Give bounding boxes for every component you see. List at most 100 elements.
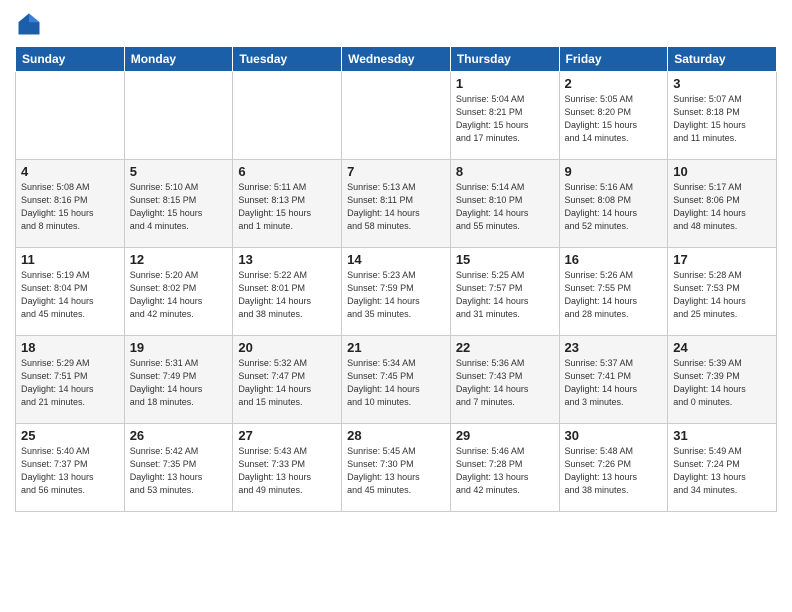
day-number: 1 xyxy=(456,76,554,91)
day-number: 22 xyxy=(456,340,554,355)
day-number: 23 xyxy=(565,340,663,355)
calendar-cell: 3 Sunrise: 5:07 AMSunset: 8:18 PMDaylight… xyxy=(668,72,777,160)
day-info: Sunrise: 5:43 AMSunset: 7:33 PMDaylight:… xyxy=(238,445,336,497)
calendar-header-sunday: Sunday xyxy=(16,47,125,72)
calendar-cell: 15 Sunrise: 5:25 AMSunset: 7:57 PMDayligh… xyxy=(450,248,559,336)
day-number: 6 xyxy=(238,164,336,179)
day-info: Sunrise: 5:10 AMSunset: 8:15 PMDaylight:… xyxy=(130,181,228,233)
logo-icon xyxy=(15,10,43,38)
calendar-cell: 20 Sunrise: 5:32 AMSunset: 7:47 PMDayligh… xyxy=(233,336,342,424)
day-info: Sunrise: 5:42 AMSunset: 7:35 PMDaylight:… xyxy=(130,445,228,497)
day-info: Sunrise: 5:36 AMSunset: 7:43 PMDaylight:… xyxy=(456,357,554,409)
calendar-cell: 4 Sunrise: 5:08 AMSunset: 8:16 PMDaylight… xyxy=(16,160,125,248)
calendar-cell: 13Sunrise: 5:22 AMSunset: 8:01 PMDayligh… xyxy=(233,248,342,336)
day-info: Sunrise: 5:13 AMSunset: 8:11 PMDaylight:… xyxy=(347,181,445,233)
day-number: 5 xyxy=(130,164,228,179)
day-info: Sunrise: 5:11 AMSunset: 8:13 PMDaylight:… xyxy=(238,181,336,233)
calendar-week-row: 25 Sunrise: 5:40 AMSunset: 7:37 PMDayligh… xyxy=(16,424,777,512)
calendar-cell xyxy=(16,72,125,160)
calendar-cell: 27 Sunrise: 5:43 AMSunset: 7:33 PMDayligh… xyxy=(233,424,342,512)
calendar-cell: 29Sunrise: 5:46 AMSunset: 7:28 PMDayligh… xyxy=(450,424,559,512)
calendar-cell: 11 Sunrise: 5:19 AMSunset: 8:04 PMDayligh… xyxy=(16,248,125,336)
calendar-cell xyxy=(124,72,233,160)
day-info: Sunrise: 5:37 AMSunset: 7:41 PMDaylight:… xyxy=(565,357,663,409)
day-number: 31 xyxy=(673,428,771,443)
calendar-cell: 10 Sunrise: 5:17 AMSunset: 8:06 PMDayligh… xyxy=(668,160,777,248)
day-info: Sunrise: 5:49 AMSunset: 7:24 PMDaylight:… xyxy=(673,445,771,497)
day-info: Sunrise: 5:40 AMSunset: 7:37 PMDaylight:… xyxy=(21,445,119,497)
calendar-cell: 22 Sunrise: 5:36 AMSunset: 7:43 PMDayligh… xyxy=(450,336,559,424)
day-number: 16 xyxy=(565,252,663,267)
day-info: Sunrise: 5:39 AMSunset: 7:39 PMDaylight:… xyxy=(673,357,771,409)
calendar-cell: 12 Sunrise: 5:20 AMSunset: 8:02 PMDayligh… xyxy=(124,248,233,336)
day-info: Sunrise: 5:32 AMSunset: 7:47 PMDaylight:… xyxy=(238,357,336,409)
day-info: Sunrise: 5:05 AMSunset: 8:20 PMDaylight:… xyxy=(565,93,663,145)
day-number: 15 xyxy=(456,252,554,267)
logo xyxy=(15,10,47,38)
day-number: 29 xyxy=(456,428,554,443)
calendar-cell: 7 Sunrise: 5:13 AMSunset: 8:11 PMDaylight… xyxy=(342,160,451,248)
day-number: 25 xyxy=(21,428,119,443)
calendar-cell: 26Sunrise: 5:42 AMSunset: 7:35 PMDayligh… xyxy=(124,424,233,512)
day-info: Sunrise: 5:19 AMSunset: 8:04 PMDaylight:… xyxy=(21,269,119,321)
calendar-cell: 8Sunrise: 5:14 AMSunset: 8:10 PMDaylight… xyxy=(450,160,559,248)
day-number: 21 xyxy=(347,340,445,355)
calendar-cell: 5 Sunrise: 5:10 AMSunset: 8:15 PMDaylight… xyxy=(124,160,233,248)
calendar-header-saturday: Saturday xyxy=(668,47,777,72)
day-info: Sunrise: 5:26 AMSunset: 7:55 PMDaylight:… xyxy=(565,269,663,321)
calendar-cell xyxy=(233,72,342,160)
calendar-header-monday: Monday xyxy=(124,47,233,72)
day-number: 3 xyxy=(673,76,771,91)
day-number: 30 xyxy=(565,428,663,443)
day-info: Sunrise: 5:28 AMSunset: 7:53 PMDaylight:… xyxy=(673,269,771,321)
day-number: 24 xyxy=(673,340,771,355)
day-number: 17 xyxy=(673,252,771,267)
calendar-cell: 25 Sunrise: 5:40 AMSunset: 7:37 PMDayligh… xyxy=(16,424,125,512)
day-number: 11 xyxy=(21,252,119,267)
calendar-cell xyxy=(342,72,451,160)
day-number: 7 xyxy=(347,164,445,179)
day-info: Sunrise: 5:17 AMSunset: 8:06 PMDaylight:… xyxy=(673,181,771,233)
day-info: Sunrise: 5:34 AMSunset: 7:45 PMDaylight:… xyxy=(347,357,445,409)
calendar-cell: 2 Sunrise: 5:05 AMSunset: 8:20 PMDaylight… xyxy=(559,72,668,160)
day-number: 19 xyxy=(130,340,228,355)
day-info: Sunrise: 5:45 AMSunset: 7:30 PMDaylight:… xyxy=(347,445,445,497)
calendar-header-tuesday: Tuesday xyxy=(233,47,342,72)
day-number: 12 xyxy=(130,252,228,267)
day-info: Sunrise: 5:22 AMSunset: 8:01 PMDaylight:… xyxy=(238,269,336,321)
day-number: 18 xyxy=(21,340,119,355)
calendar-header-wednesday: Wednesday xyxy=(342,47,451,72)
day-info: Sunrise: 5:23 AMSunset: 7:59 PMDaylight:… xyxy=(347,269,445,321)
calendar-cell: 9 Sunrise: 5:16 AMSunset: 8:08 PMDaylight… xyxy=(559,160,668,248)
day-info: Sunrise: 5:20 AMSunset: 8:02 PMDaylight:… xyxy=(130,269,228,321)
day-number: 8 xyxy=(456,164,554,179)
day-number: 27 xyxy=(238,428,336,443)
day-number: 2 xyxy=(565,76,663,91)
day-info: Sunrise: 5:25 AMSunset: 7:57 PMDaylight:… xyxy=(456,269,554,321)
day-number: 4 xyxy=(21,164,119,179)
calendar-cell: 24 Sunrise: 5:39 AMSunset: 7:39 PMDayligh… xyxy=(668,336,777,424)
calendar-cell: 1 Sunrise: 5:04 AMSunset: 8:21 PMDaylight… xyxy=(450,72,559,160)
day-info: Sunrise: 5:04 AMSunset: 8:21 PMDaylight:… xyxy=(456,93,554,145)
calendar-cell: 18Sunrise: 5:29 AMSunset: 7:51 PMDayligh… xyxy=(16,336,125,424)
day-info: Sunrise: 5:31 AMSunset: 7:49 PMDaylight:… xyxy=(130,357,228,409)
calendar-cell: 19 Sunrise: 5:31 AMSunset: 7:49 PMDayligh… xyxy=(124,336,233,424)
calendar-cell: 17 Sunrise: 5:28 AMSunset: 7:53 PMDayligh… xyxy=(668,248,777,336)
day-info: Sunrise: 5:08 AMSunset: 8:16 PMDaylight:… xyxy=(21,181,119,233)
calendar-week-row: 11 Sunrise: 5:19 AMSunset: 8:04 PMDayligh… xyxy=(16,248,777,336)
calendar-week-row: 18Sunrise: 5:29 AMSunset: 7:51 PMDayligh… xyxy=(16,336,777,424)
day-info: Sunrise: 5:48 AMSunset: 7:26 PMDaylight:… xyxy=(565,445,663,497)
calendar-cell: 30 Sunrise: 5:48 AMSunset: 7:26 PMDayligh… xyxy=(559,424,668,512)
calendar-week-row: 1 Sunrise: 5:04 AMSunset: 8:21 PMDaylight… xyxy=(16,72,777,160)
day-number: 9 xyxy=(565,164,663,179)
calendar-cell: 14Sunrise: 5:23 AMSunset: 7:59 PMDayligh… xyxy=(342,248,451,336)
day-info: Sunrise: 5:16 AMSunset: 8:08 PMDaylight:… xyxy=(565,181,663,233)
day-number: 28 xyxy=(347,428,445,443)
header xyxy=(15,10,777,38)
day-number: 10 xyxy=(673,164,771,179)
day-number: 20 xyxy=(238,340,336,355)
calendar-cell: 23 Sunrise: 5:37 AMSunset: 7:41 PMDayligh… xyxy=(559,336,668,424)
calendar-cell: 28 Sunrise: 5:45 AMSunset: 7:30 PMDayligh… xyxy=(342,424,451,512)
day-info: Sunrise: 5:07 AMSunset: 8:18 PMDaylight:… xyxy=(673,93,771,145)
calendar-table: SundayMondayTuesdayWednesdayThursdayFrid… xyxy=(15,46,777,512)
